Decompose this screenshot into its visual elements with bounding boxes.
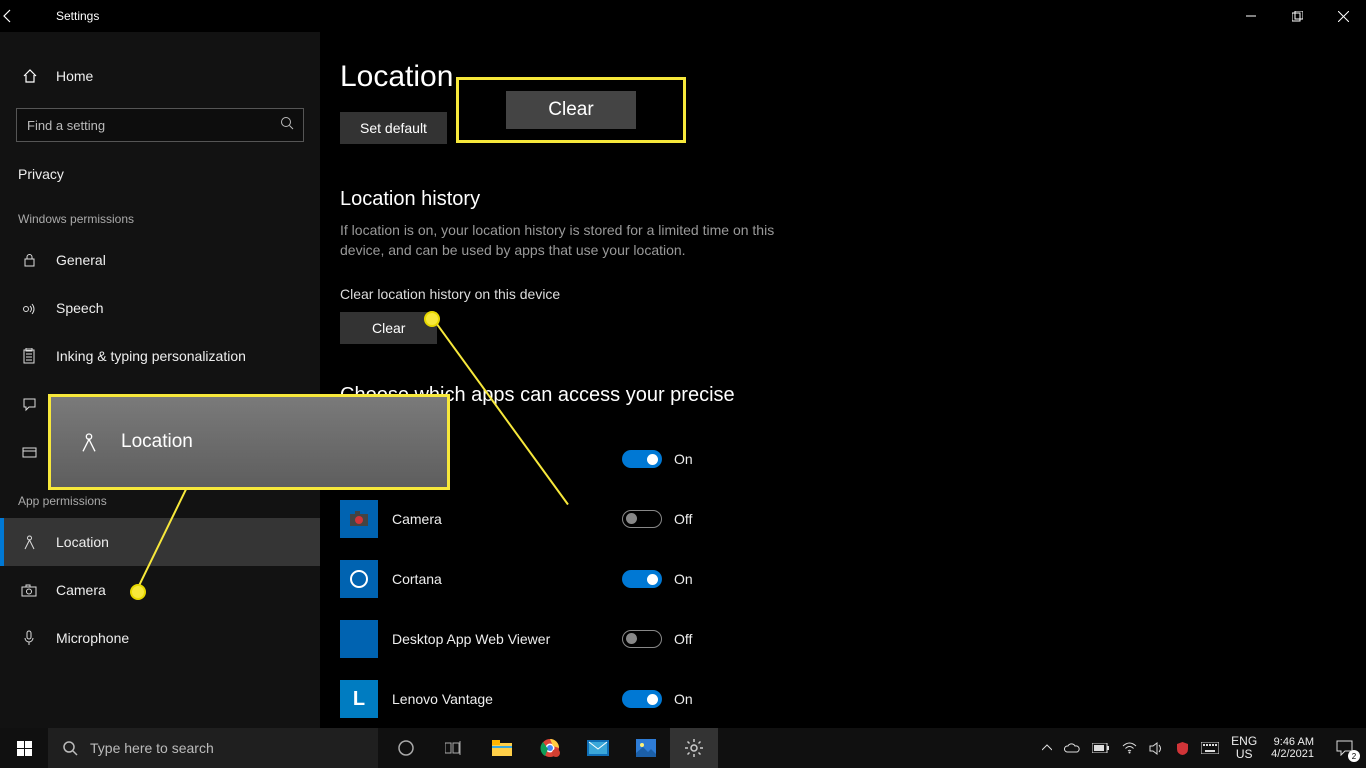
tray-keyboard-icon[interactable] [1195, 742, 1225, 754]
annotation-dot [130, 584, 146, 600]
sidebar-item-label: Camera [56, 582, 106, 598]
file-explorer-icon[interactable] [478, 728, 526, 768]
sidebar-item-inking[interactable]: Inking & typing personalization [0, 332, 320, 380]
search-icon [280, 116, 294, 130]
sidebar-item-label: Location [56, 534, 109, 550]
settings-icon[interactable] [670, 728, 718, 768]
callout-clear-text: Clear [506, 91, 635, 129]
app-name: Cortana [392, 571, 622, 587]
toggle-state-label: On [674, 571, 693, 587]
taskbar-search[interactable]: Type here to search [48, 728, 378, 768]
mail-icon[interactable] [574, 728, 622, 768]
taskbar: Type here to search ENG US 9:46 AM [0, 728, 1366, 768]
clear-history-label: Clear location history on this device [340, 286, 1366, 302]
app-icon [340, 620, 378, 658]
app-toggle[interactable] [622, 450, 662, 468]
group-windows-permissions: Windows permissions [0, 194, 320, 236]
app-icon [340, 560, 378, 598]
sidebar-item-general[interactable]: General [0, 236, 320, 284]
app-name: Lenovo Vantage [392, 691, 622, 707]
windows-icon [17, 741, 32, 756]
set-default-button[interactable]: Set default [340, 112, 447, 144]
sidebar-item-label: Speech [56, 300, 103, 316]
tray-battery-icon[interactable] [1086, 743, 1116, 753]
camera-icon [18, 584, 40, 597]
app-name: Camera [392, 511, 622, 527]
tray-date: 4/2/2021 [1271, 748, 1314, 760]
sidebar-item-speech[interactable]: Speech [0, 284, 320, 332]
sidebar-item-activity[interactable] [0, 428, 320, 476]
tray-wifi-icon[interactable] [1116, 742, 1143, 754]
search-icon [62, 740, 78, 756]
annotation-dot [424, 311, 440, 327]
toggle-state-label: Off [674, 511, 692, 527]
speech-icon [18, 301, 40, 316]
section-title: Privacy [0, 158, 320, 194]
app-row: Camera Off [340, 489, 1366, 549]
home-label: Home [56, 68, 93, 84]
toggle-state-label: On [674, 691, 693, 707]
app-row: Cortana On [340, 549, 1366, 609]
group-app-permissions: App permissions [0, 476, 320, 518]
app-toggle[interactable] [622, 630, 662, 648]
sidebar-item-microphone[interactable]: Microphone [0, 614, 320, 662]
app-toggle[interactable] [622, 510, 662, 528]
tray-clock[interactable]: 9:46 AM 4/2/2021 [1263, 736, 1322, 760]
app-row: On [340, 429, 1366, 489]
tray-chevron-icon[interactable] [1036, 744, 1058, 752]
tray-time: 9:46 AM [1271, 736, 1314, 748]
app-toggle[interactable] [622, 690, 662, 708]
tray-volume-icon[interactable] [1143, 742, 1170, 755]
app-icon [340, 440, 378, 478]
tray-security-icon[interactable] [1170, 741, 1195, 756]
toggle-state-label: On [674, 451, 693, 467]
location-icon [18, 534, 40, 550]
photos-icon[interactable] [622, 728, 670, 768]
app-row: Desktop App Web Viewer Off [340, 609, 1366, 669]
tray-lang-2: US [1231, 748, 1257, 761]
location-history-desc: If location is on, your location history… [340, 221, 800, 260]
main-content: Location Set default Location history If… [340, 40, 1366, 728]
app-row: L Lenovo Vantage On [340, 669, 1366, 728]
sidebar-item-label: Microphone [56, 630, 129, 646]
app-toggle[interactable] [622, 570, 662, 588]
close-button[interactable] [1320, 0, 1366, 32]
app-name: Desktop App Web Viewer [392, 631, 622, 647]
start-button[interactable] [0, 728, 48, 768]
search-input[interactable] [16, 108, 304, 142]
clipboard-icon [18, 348, 40, 364]
app-icon: L [340, 680, 378, 718]
app-icon [340, 500, 378, 538]
titlebar: Settings [0, 0, 1366, 32]
location-history-heading: Location history [340, 188, 1366, 211]
page-title: Location [340, 60, 1366, 94]
taskbar-search-placeholder: Type here to search [90, 740, 214, 756]
minimize-button[interactable] [1228, 0, 1274, 32]
sidebar-item-diagnostics[interactable] [0, 380, 320, 428]
feedback-icon [18, 397, 40, 412]
app-list: On Camera Off Cortana On Desktop App Web View… [340, 429, 1366, 728]
home-icon [20, 68, 40, 84]
sidebar: Home Privacy Windows permissions General… [0, 32, 320, 728]
home-button[interactable]: Home [0, 56, 320, 96]
sidebar-item-label: Inking & typing personalization [56, 348, 246, 364]
action-center-icon[interactable]: 2 [1322, 728, 1366, 768]
back-button[interactable] [0, 8, 48, 24]
tray-language[interactable]: ENG US [1225, 735, 1263, 761]
tray-onedrive-icon[interactable] [1058, 743, 1086, 754]
maximize-button[interactable] [1274, 0, 1320, 32]
microphone-icon [18, 630, 40, 646]
window-title: Settings [48, 9, 99, 23]
clear-button[interactable]: Clear [340, 312, 437, 344]
task-view-icon[interactable] [430, 728, 478, 768]
toggle-state-label: Off [674, 631, 692, 647]
sidebar-item-label: General [56, 252, 106, 268]
sidebar-item-camera[interactable]: Camera [0, 566, 320, 614]
notification-badge: 2 [1348, 750, 1360, 762]
chrome-icon[interactable] [526, 728, 574, 768]
activity-icon [18, 445, 40, 460]
cortana-icon[interactable] [382, 728, 430, 768]
lock-icon [18, 253, 40, 268]
